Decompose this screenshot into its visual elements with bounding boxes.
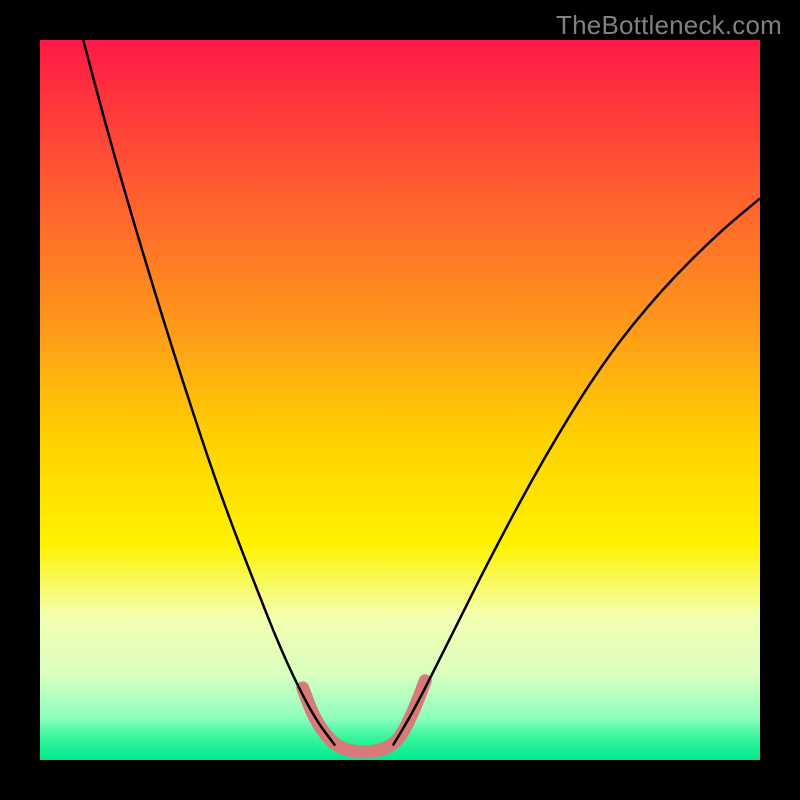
series-bottom-highlight xyxy=(303,681,425,752)
series-right-branch xyxy=(393,198,760,745)
plot-area xyxy=(40,40,760,760)
chart-frame: TheBottleneck.com xyxy=(0,0,800,800)
series-left-branch xyxy=(83,40,335,746)
curve-layer xyxy=(40,40,760,760)
watermark-text: TheBottleneck.com xyxy=(556,10,782,41)
